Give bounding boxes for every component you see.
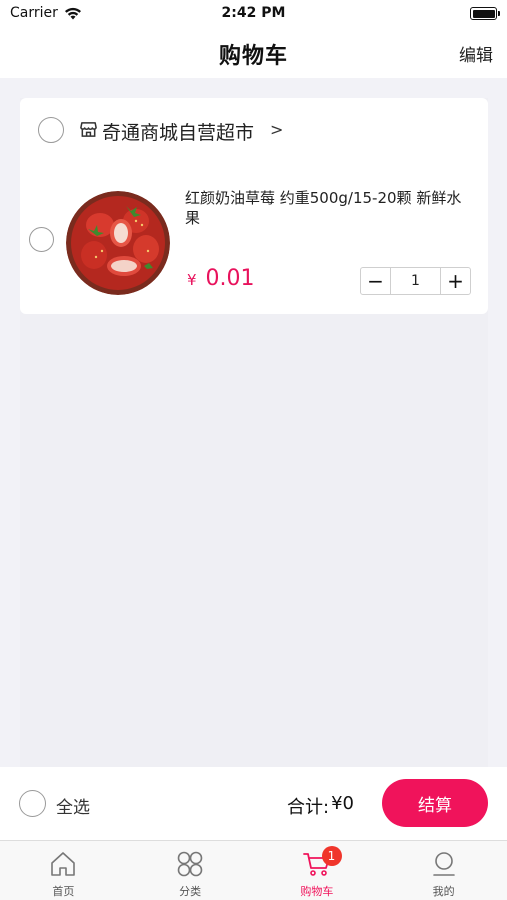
tab-home-label: 首页 <box>52 885 75 898</box>
navigation-bar: 购物车 编辑 <box>0 28 507 78</box>
store-card: 奇通商城自营超市 > 红颜奶油草莓 约重500g/15-20颗 新鲜水果 ¥ 0… <box>20 98 488 314</box>
price-currency: ¥ <box>187 271 197 289</box>
product-price: ¥ 0.01 <box>187 266 255 291</box>
store-select-radio[interactable] <box>38 117 64 143</box>
item-select-radio[interactable] <box>29 227 54 252</box>
total-label: 合计: <box>287 797 330 818</box>
tab-profile-label: 我的 <box>432 885 455 898</box>
status-bar: Carrier 2:42 PM <box>0 0 507 28</box>
chevron-right-icon[interactable]: > <box>270 120 283 139</box>
category-icon <box>177 851 203 877</box>
status-time: 2:42 PM <box>221 5 286 21</box>
tab-cart-label: 购物车 <box>300 885 334 898</box>
edit-button[interactable]: 编辑 <box>459 41 493 66</box>
tab-home[interactable]: 首页 <box>0 841 127 900</box>
tab-bar: 首页 分类 购物车 1 我的 <box>0 840 507 900</box>
cart-count-badge: 1 <box>321 846 342 866</box>
strawberry-image <box>66 191 170 295</box>
select-all-radio[interactable] <box>19 790 46 817</box>
checkout-button[interactable]: 结算 <box>382 779 488 827</box>
total-value: ¥0 <box>331 793 354 814</box>
tab-profile[interactable]: 我的 <box>380 841 507 900</box>
quantity-value[interactable]: 1 <box>391 268 440 294</box>
page-title: 购物车 <box>218 44 288 69</box>
decrease-quantity-button[interactable]: − <box>361 268 391 294</box>
total-summary: 合计: ¥0 <box>287 793 354 819</box>
tab-category[interactable]: 分类 <box>127 841 254 900</box>
tab-category-label: 分类 <box>179 885 202 898</box>
profile-icon <box>432 852 455 876</box>
battery-icon <box>470 7 500 20</box>
product-title[interactable]: 红颜奶油草莓 约重500g/15-20颗 新鲜水果 <box>185 188 475 228</box>
product-image[interactable] <box>66 191 170 295</box>
store-name[interactable]: 奇通商城自营超市 <box>102 118 254 145</box>
store-icon <box>80 122 97 137</box>
quantity-stepper: − 1 + <box>360 267 471 295</box>
price-value: 0.01 <box>205 266 255 291</box>
increase-quantity-button[interactable]: + <box>440 268 470 294</box>
checkout-bar: 全选 合计: ¥0 结算 <box>0 767 507 840</box>
home-icon <box>51 852 76 876</box>
tab-cart[interactable]: 购物车 1 <box>254 841 381 900</box>
select-all-label[interactable]: 全选 <box>56 793 90 818</box>
